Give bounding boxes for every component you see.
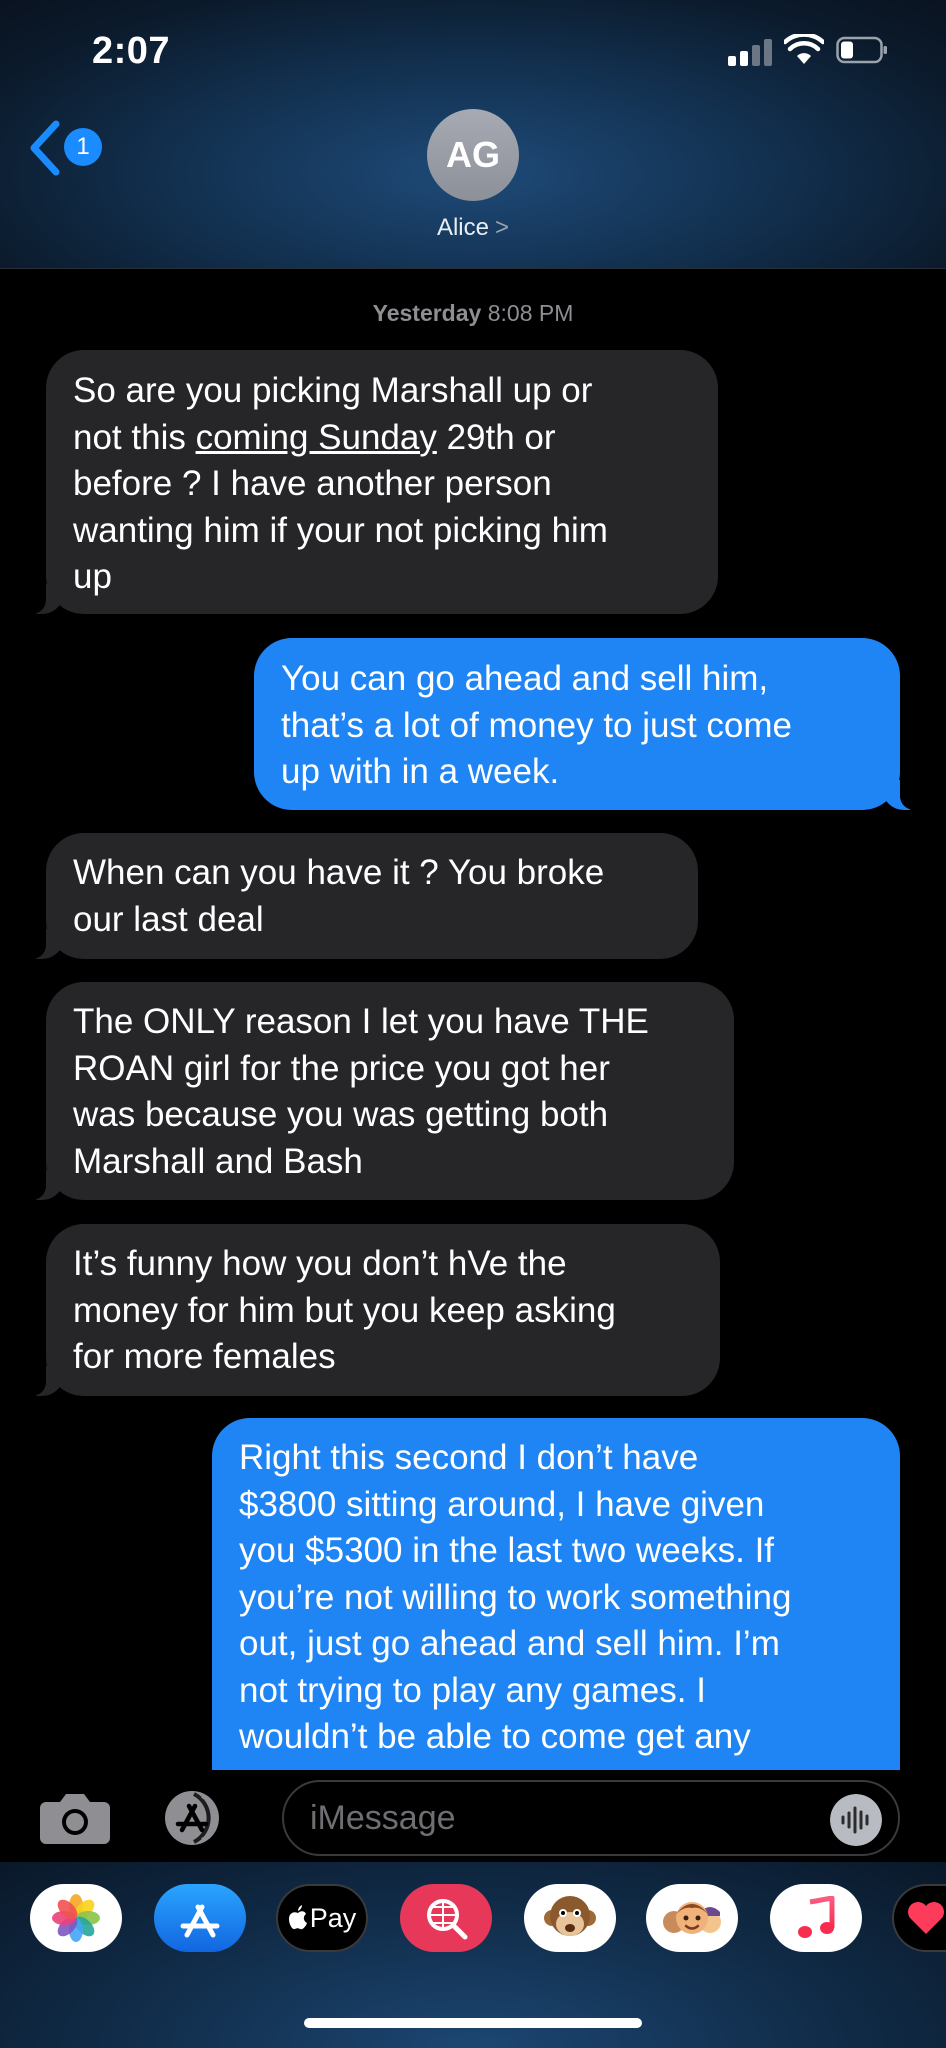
message-line: wanting him if your not picking him [73,510,608,550]
contact-avatar[interactable]: AG [427,109,519,201]
message-line: not this coming Sunday 29th or [73,417,556,457]
date-link[interactable]: coming Sunday [196,418,437,457]
contact-name: Alice [436,214,489,241]
message-line: The ONLY reason I let you have THE [73,1002,649,1041]
message-line: Right this second I don’t have [239,1438,699,1477]
message-line: before ? I have another person [73,464,552,503]
battery-icon [836,36,887,64]
message-line: you $5300 in the last two weeks. If [239,1531,775,1570]
message-line: not trying to play any games. I [239,1670,706,1710]
message-line: you’re not willing to work something [239,1577,792,1617]
camera-icon[interactable] [38,1790,112,1846]
imessage-input[interactable]: iMessage [282,1780,900,1856]
app-store-icon[interactable] [154,1884,246,1952]
monkey-animoji-icon[interactable] [524,1884,616,1952]
message-line: ROAN girl for the price you got her [73,1048,610,1088]
music-app-icon[interactable] [770,1884,862,1952]
wifi-icon [784,34,824,64]
message-line: $3800 sitting around, I have given [239,1484,765,1524]
message-line: that’s a lot of money to just come [281,705,793,745]
cellular-signal-icon [728,38,774,66]
message-line: You can go ahead and sell him, [281,659,769,698]
app-store-button-icon[interactable] [158,1788,242,1848]
apple-logo-icon [288,1905,307,1930]
contact-name-button[interactable]: Alice > [0,214,946,242]
message-line: wouldn’t be able to come get any [239,1717,751,1756]
web-search-icon[interactable] [400,1884,492,1952]
message-line: money for him but you keep asking [73,1290,616,1330]
message-bubble-incoming[interactable]: So are you picking Marshall up or not th… [22,350,718,614]
message-line: When can you have it ? You broke [73,853,605,892]
message-bubble-outgoing[interactable]: You can go ahead and sell him, that’s a … [254,638,924,810]
message-line: our last deal [73,899,264,939]
message-line: up with in a week. [281,752,560,791]
message-bubble-incoming[interactable]: When can you have it ? You broke our las… [22,833,698,959]
message-line: for more females [73,1337,336,1376]
timestamp-time: 8:08 PM [487,300,574,326]
apple-pay-icon[interactable]: Pay [276,1884,368,1952]
message-bubble-outgoing[interactable]: Right this second I don’t have $3800 sit… [212,1418,924,1818]
memoji-icon[interactable] [646,1884,738,1952]
message-bubble-incoming[interactable]: The ONLY reason I let you have THE ROAN … [22,982,734,1200]
message-line: was because you was getting both [73,1095,609,1134]
message-line: up [73,557,112,596]
audio-message-icon[interactable] [830,1794,882,1846]
unread-count-badge[interactable]: 1 [64,128,102,166]
timestamp-day: Yesterday [372,300,482,326]
photos-app-icon[interactable] [30,1884,122,1952]
message-line: It’s funny how you don’t hVe the [73,1244,567,1283]
message-line: Marshall and Bash [73,1141,363,1181]
message-line: out, just go ahead and sell him. I’m [239,1624,780,1663]
message-line: So are you picking Marshall up or [73,371,593,410]
status-time: 2:07 [92,30,171,72]
message-bubble-incoming[interactable]: It’s funny how you don’t hVe the money f… [22,1224,720,1396]
message-timestamp: Yesterday 8:08 PM [0,300,946,327]
contact-chevron-icon: > [495,214,510,241]
home-indicator[interactable] [304,2018,642,2028]
apple-pay-label: Pay [309,1902,357,1933]
imessage-placeholder: iMessage [310,1799,456,1837]
